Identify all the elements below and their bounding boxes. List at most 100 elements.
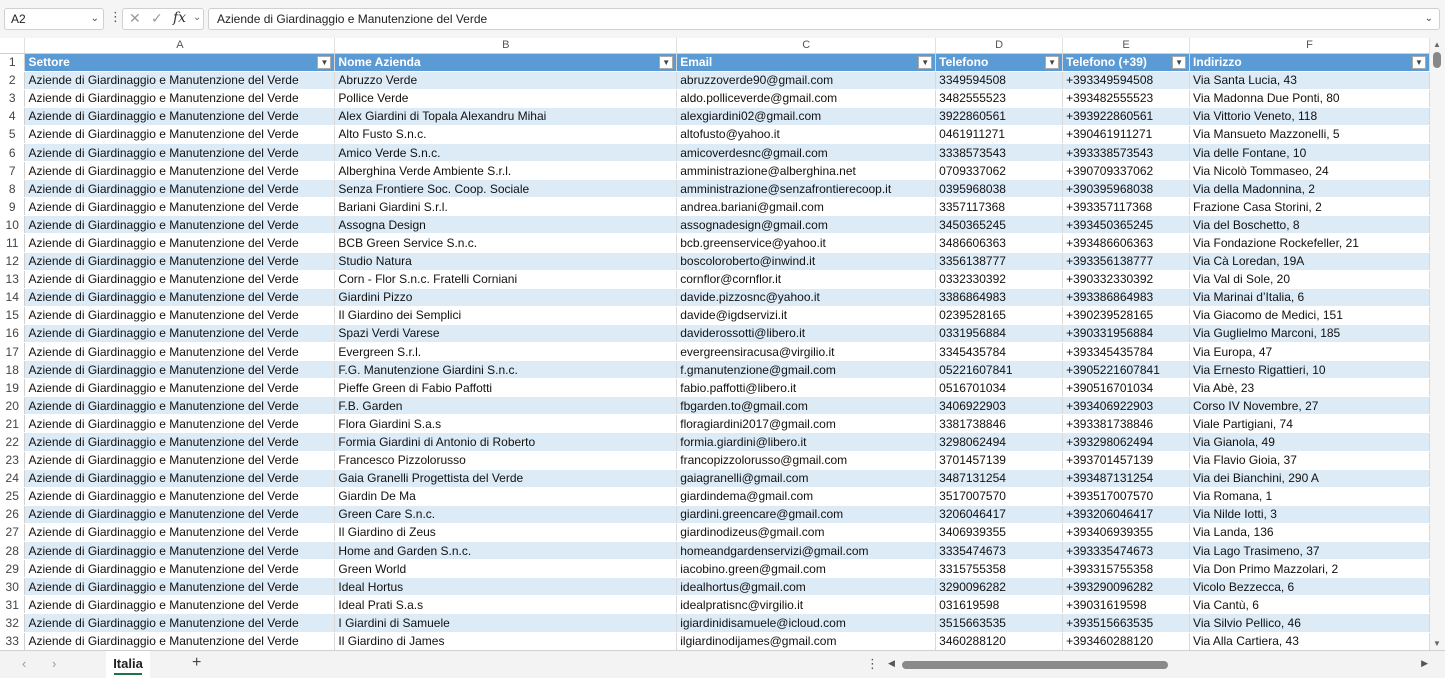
header-cell[interactable]: Email ▼	[676, 53, 937, 72]
table-cell[interactable]: formia.giardini@libero.it	[676, 432, 937, 452]
column-header-f[interactable]: F	[1189, 38, 1430, 54]
table-cell[interactable]: fbgarden.to@gmail.com	[676, 396, 937, 416]
table-cell[interactable]: Giardin De Ma	[334, 487, 678, 506]
table-cell[interactable]: f.gmanutenzione@gmail.com	[676, 360, 937, 380]
table-cell[interactable]: +390332330392	[1062, 270, 1191, 289]
table-cell[interactable]: giardini.greencare@gmail.com	[676, 505, 937, 524]
filter-dropdown-icon[interactable]: ▼	[1045, 55, 1060, 69]
row-number[interactable]: 20	[0, 396, 26, 416]
spreadsheet-grid[interactable]: ABCDEF 1 Settore ▼ Nome Azienda ▼ Email ▼ Telef…	[0, 38, 1430, 650]
table-cell[interactable]: Via Lago Trasimeno, 37	[1189, 541, 1430, 561]
table-cell[interactable]: +393206046417	[1062, 505, 1191, 524]
table-cell[interactable]: Aziende di Giardinaggio e Manutenzione d…	[24, 270, 336, 289]
filter-dropdown-icon[interactable]: ▼	[918, 55, 933, 69]
table-cell[interactable]: +393338573543	[1062, 143, 1191, 163]
table-cell[interactable]: 3515663535	[935, 613, 1064, 633]
table-cell[interactable]: Corn - Flor S.n.c. Fratelli Corniani	[334, 270, 678, 289]
table-cell[interactable]: Via Abè, 23	[1189, 378, 1430, 398]
table-cell[interactable]: 3381738846	[935, 414, 1064, 434]
table-cell[interactable]: Via Romana, 1	[1189, 487, 1430, 506]
column-header-b[interactable]: B	[334, 38, 678, 54]
table-cell[interactable]: 3356138777	[935, 252, 1064, 271]
table-cell[interactable]: Via Cantù, 6	[1189, 595, 1430, 615]
table-cell[interactable]: +390331956884	[1062, 324, 1191, 344]
row-number[interactable]: 10	[0, 215, 26, 235]
table-cell[interactable]: 0516701034	[935, 378, 1064, 398]
table-cell[interactable]: Aziende di Giardinaggio e Manutenzione d…	[24, 505, 336, 524]
table-cell[interactable]: F.G. Manutenzione Giardini S.n.c.	[334, 360, 678, 380]
table-cell[interactable]: Via Santa Lucia, 43	[1189, 71, 1430, 90]
table-cell[interactable]: 3315755358	[935, 559, 1064, 579]
table-cell[interactable]: boscoloroberto@inwind.it	[676, 252, 937, 271]
row-number[interactable]: 30	[0, 577, 26, 597]
row-number[interactable]: 4	[0, 107, 26, 126]
table-cell[interactable]: +393517007570	[1062, 487, 1191, 506]
close-icon[interactable]: ✕	[129, 10, 141, 27]
column-header-c[interactable]: C	[676, 38, 937, 54]
row-number[interactable]: 2	[0, 71, 26, 90]
select-all-corner[interactable]	[0, 38, 26, 54]
table-cell[interactable]: Spazi Verdi Varese	[334, 324, 678, 344]
table-cell[interactable]: +393922860561	[1062, 107, 1191, 126]
table-cell[interactable]: Via Giacomo de Medici, 151	[1189, 306, 1430, 325]
table-cell[interactable]: +393515663535	[1062, 613, 1191, 633]
table-cell[interactable]: Via Marinai d’Italia, 6	[1189, 288, 1430, 307]
table-cell[interactable]: F.B. Garden	[334, 396, 678, 416]
table-cell[interactable]: Assogna Design	[334, 215, 678, 235]
table-cell[interactable]: Via Europa, 47	[1189, 342, 1430, 362]
table-cell[interactable]: Aziende di Giardinaggio e Manutenzione d…	[24, 595, 336, 615]
row-number[interactable]: 27	[0, 523, 26, 543]
sheet-tab-italia[interactable]: Italia	[106, 651, 150, 678]
table-cell[interactable]: Aziende di Giardinaggio e Manutenzione d…	[24, 469, 336, 488]
table-cell[interactable]: Frazione Casa Storini, 2	[1189, 197, 1430, 217]
scroll-left-icon[interactable]: ◀	[888, 658, 895, 669]
header-cell[interactable]: Telefono ▼	[935, 53, 1064, 72]
table-cell[interactable]: Aziende di Giardinaggio e Manutenzione d…	[24, 215, 336, 235]
table-cell[interactable]: +393315755358	[1062, 559, 1191, 579]
table-cell[interactable]: aldo.polliceverde@gmail.com	[676, 89, 937, 108]
row-number[interactable]: 17	[0, 342, 26, 362]
table-cell[interactable]: Via Landa, 136	[1189, 523, 1430, 543]
table-cell[interactable]: Pollice Verde	[334, 89, 678, 108]
table-cell[interactable]: 3406922903	[935, 396, 1064, 416]
table-cell[interactable]: Senza Frontiere Soc. Coop. Sociale	[334, 179, 678, 199]
table-cell[interactable]: Via Madonna Due Ponti, 80	[1189, 89, 1430, 108]
chevron-down-icon[interactable]: ⌄	[91, 9, 99, 29]
table-cell[interactable]: 0461911271	[935, 125, 1064, 144]
table-cell[interactable]: Via del Boschetto, 8	[1189, 215, 1430, 235]
filter-dropdown-icon[interactable]: ▼	[1172, 55, 1187, 69]
row-number[interactable]: 11	[0, 233, 26, 253]
table-cell[interactable]: 0332330392	[935, 270, 1064, 289]
table-cell[interactable]: Aziende di Giardinaggio e Manutenzione d…	[24, 107, 336, 126]
table-cell[interactable]: Aziende di Giardinaggio e Manutenzione d…	[24, 451, 336, 470]
row-number[interactable]: 6	[0, 143, 26, 163]
table-cell[interactable]: Aziende di Giardinaggio e Manutenzione d…	[24, 89, 336, 108]
table-cell[interactable]: Aziende di Giardinaggio e Manutenzione d…	[24, 233, 336, 253]
table-cell[interactable]: Formia Giardini di Antonio di Roberto	[334, 432, 678, 452]
table-cell[interactable]: Via delle Fontane, 10	[1189, 143, 1430, 163]
table-cell[interactable]: +393356138777	[1062, 252, 1191, 271]
table-cell[interactable]: +390516701034	[1062, 378, 1191, 398]
table-cell[interactable]: andrea.bariani@gmail.com	[676, 197, 937, 217]
row-number[interactable]: 29	[0, 559, 26, 579]
table-cell[interactable]: Ideal Hortus	[334, 577, 678, 597]
table-cell[interactable]: idealhortus@gmail.com	[676, 577, 937, 597]
table-cell[interactable]: Aziende di Giardinaggio e Manutenzione d…	[24, 71, 336, 90]
table-cell[interactable]: 3386864983	[935, 288, 1064, 307]
table-cell[interactable]: altofusto@yahoo.it	[676, 125, 937, 144]
table-cell[interactable]: +39031619598	[1062, 595, 1191, 615]
more-options-icon[interactable]: ⋮	[866, 656, 879, 672]
table-cell[interactable]: idealpratisnc@virgilio.it	[676, 595, 937, 615]
table-cell[interactable]: Via Nilde Iotti, 3	[1189, 505, 1430, 524]
table-cell[interactable]: Aziende di Giardinaggio e Manutenzione d…	[24, 432, 336, 452]
table-cell[interactable]: +393486606363	[1062, 233, 1191, 253]
table-cell[interactable]: igiardinidisamuele@icloud.com	[676, 613, 937, 633]
add-sheet-icon[interactable]: +	[192, 654, 201, 672]
row-number[interactable]: 22	[0, 432, 26, 452]
filter-dropdown-icon[interactable]: ▼	[317, 55, 332, 69]
table-cell[interactable]: alexgiardini02@gmail.com	[676, 107, 937, 126]
table-cell[interactable]: Aziende di Giardinaggio e Manutenzione d…	[24, 559, 336, 579]
row-number[interactable]: 3	[0, 89, 26, 108]
table-cell[interactable]: Via dei Bianchini, 290 A	[1189, 469, 1430, 488]
table-cell[interactable]: +393450365245	[1062, 215, 1191, 235]
